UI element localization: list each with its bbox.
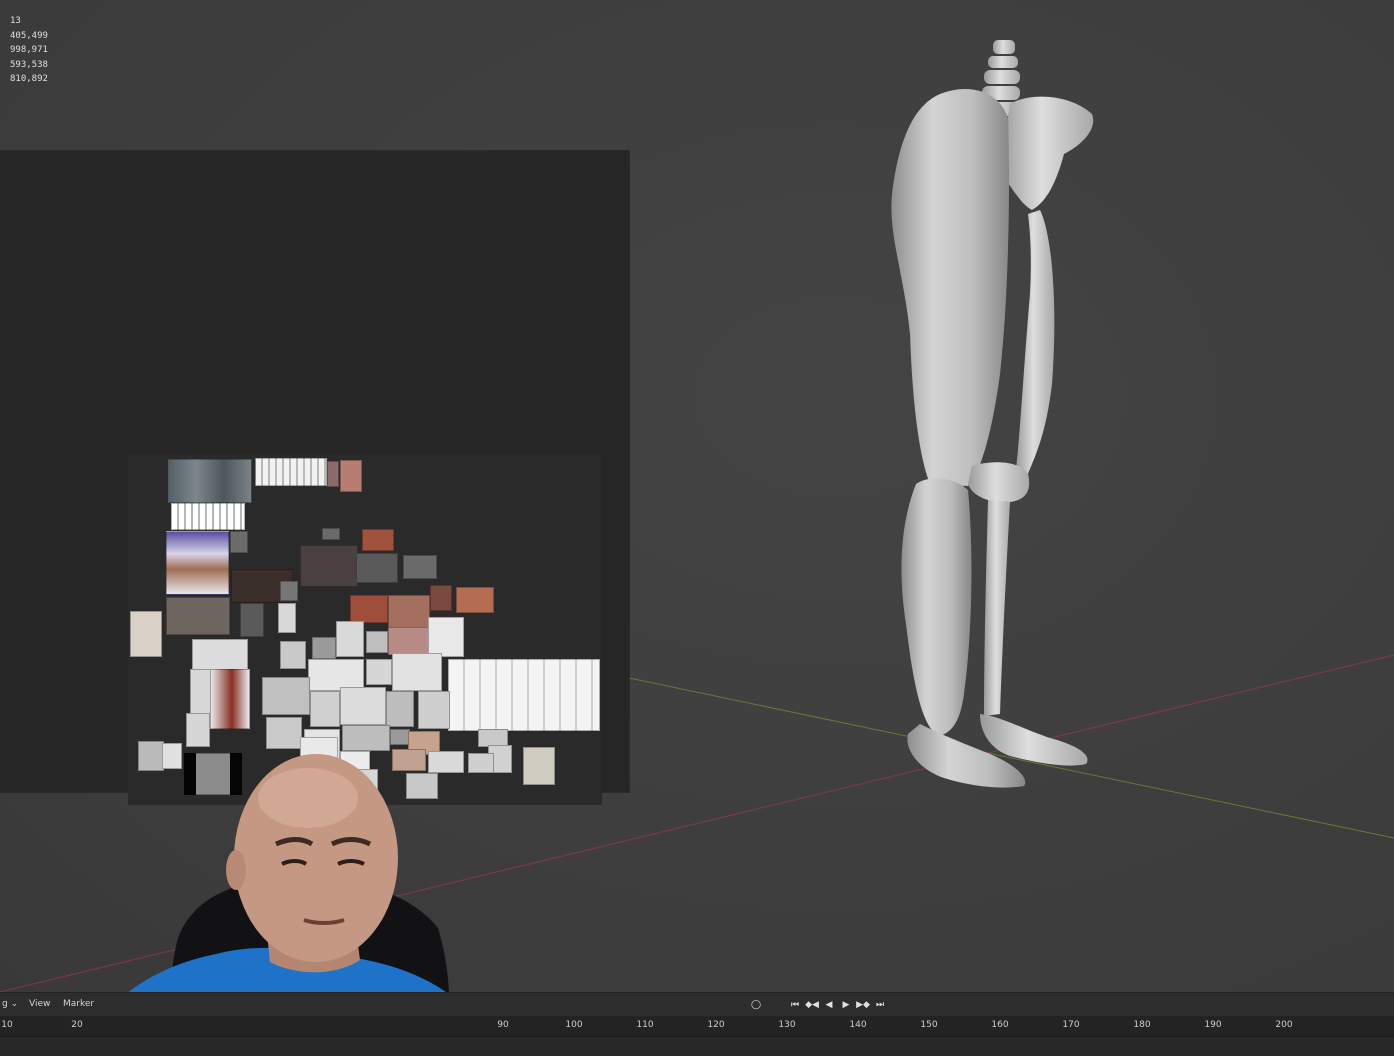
ref-thumb: [428, 617, 464, 657]
prev-keyframe-icon[interactable]: ◆◀: [805, 998, 819, 1012]
ref-thumb: [350, 595, 388, 623]
timeline-track-area[interactable]: [0, 1036, 1394, 1056]
ref-thumb: [310, 691, 340, 727]
ruler-tick: 20: [71, 1020, 83, 1030]
ref-thumb: [418, 691, 450, 729]
ruler-tick: 180: [1133, 1020, 1151, 1030]
ref-thumb: [392, 653, 442, 691]
leg-anatomy-model[interactable]: [860, 34, 1110, 794]
lower-leg-muscles: [901, 478, 972, 736]
play-reverse-icon[interactable]: ◀: [822, 998, 836, 1012]
ref-thumb: [168, 459, 252, 503]
reference-image-panel[interactable]: [0, 151, 629, 805]
ref-thumb: [456, 587, 494, 613]
editor-type-dropdown[interactable]: g ⌄: [2, 999, 18, 1009]
ref-thumb: [230, 531, 248, 553]
ref-thumb: [278, 603, 296, 633]
ref-thumb: [266, 717, 302, 749]
ref-thumb: [340, 460, 362, 492]
thigh-muscles: [891, 88, 1010, 486]
ref-thumb: [280, 581, 298, 601]
stat-edges: 998,971: [10, 45, 48, 55]
ruler-tick: 130: [778, 1020, 796, 1030]
ref-thumb: [366, 659, 392, 685]
ref-thumb: [312, 637, 336, 659]
timeline-ruler[interactable]: 10 20 90 100 110 120 130 140 150 160 170…: [0, 1016, 1394, 1036]
ref-thumb: [130, 611, 162, 657]
ref-thumb: [366, 631, 388, 653]
ref-thumb: [327, 461, 339, 487]
tibia-fibula: [984, 500, 1010, 716]
ref-thumb: [386, 691, 414, 727]
ruler-tick: 150: [920, 1020, 938, 1030]
ref-thumb: [192, 639, 248, 671]
ref-thumb: [340, 687, 386, 725]
ref-thumb: [356, 553, 398, 583]
jump-end-icon[interactable]: ⏭: [873, 998, 887, 1012]
ref-thumb: [255, 458, 327, 486]
ref-thumb: [390, 729, 410, 745]
ruler-tick: 170: [1062, 1020, 1080, 1030]
jump-start-icon[interactable]: ⏮: [788, 998, 802, 1012]
ref-thumb: [322, 528, 340, 540]
ruler-tick: 10: [1, 1020, 13, 1030]
stat-triangles: 810,892: [10, 74, 48, 84]
stat-vertices: 405,499: [10, 30, 48, 41]
ref-thumb: [166, 531, 229, 595]
stat-faces: 593,538: [10, 59, 48, 70]
ref-thumb: [166, 597, 230, 635]
ref-thumb: [280, 641, 306, 669]
timeline-menu-view[interactable]: View: [29, 999, 50, 1009]
ruler-tick: 120: [707, 1020, 725, 1030]
ruler-tick: 100: [565, 1020, 583, 1030]
timeline-menu-marker[interactable]: Marker: [63, 999, 94, 1009]
stat-objects: 13: [10, 16, 21, 26]
ruler-tick: 90: [497, 1020, 509, 1030]
ref-thumb: [388, 627, 430, 655]
ruler-tick: 200: [1275, 1020, 1293, 1030]
knee: [968, 462, 1030, 503]
ref-thumb: [523, 747, 555, 785]
ruler-tick: 160: [991, 1020, 1009, 1030]
ref-thumb: [262, 677, 310, 715]
next-keyframe-icon[interactable]: ▶◆: [856, 998, 870, 1012]
pelvis: [1000, 96, 1094, 210]
ruler-tick: 140: [849, 1020, 867, 1030]
webcam-overlay: [128, 754, 449, 992]
ref-thumb: [300, 545, 358, 587]
ref-thumb: [190, 669, 212, 715]
ref-thumb: [186, 713, 210, 747]
presenter-ear: [226, 850, 246, 890]
ruler-tick: 110: [636, 1020, 654, 1030]
ref-thumb: [336, 621, 364, 657]
ref-thumb: [403, 555, 437, 579]
ref-thumb: [240, 603, 264, 637]
ref-thumb: [171, 503, 245, 530]
ref-thumb: [210, 669, 250, 729]
record-icon[interactable]: ◯: [749, 998, 763, 1012]
play-icon[interactable]: ▶: [839, 998, 853, 1012]
ruler-tick: 190: [1204, 1020, 1222, 1030]
viewport-statistics: 13 405,499 998,971 593,538 810,892: [10, 14, 48, 87]
timeline-header: g ⌄ View Marker ◯ ⏮ ◆◀ ◀ ▶ ▶◆ ⏭: [0, 992, 1394, 1017]
femur: [1016, 210, 1055, 474]
presenter-head-shine: [258, 768, 358, 828]
ref-thumb: [362, 529, 394, 551]
ref-thumb: [448, 659, 600, 731]
ref-thumb: [430, 585, 452, 611]
ref-thumb: [388, 595, 430, 629]
3d-viewport[interactable]: 13 405,499 998,971 593,538 810,892: [0, 0, 1394, 992]
